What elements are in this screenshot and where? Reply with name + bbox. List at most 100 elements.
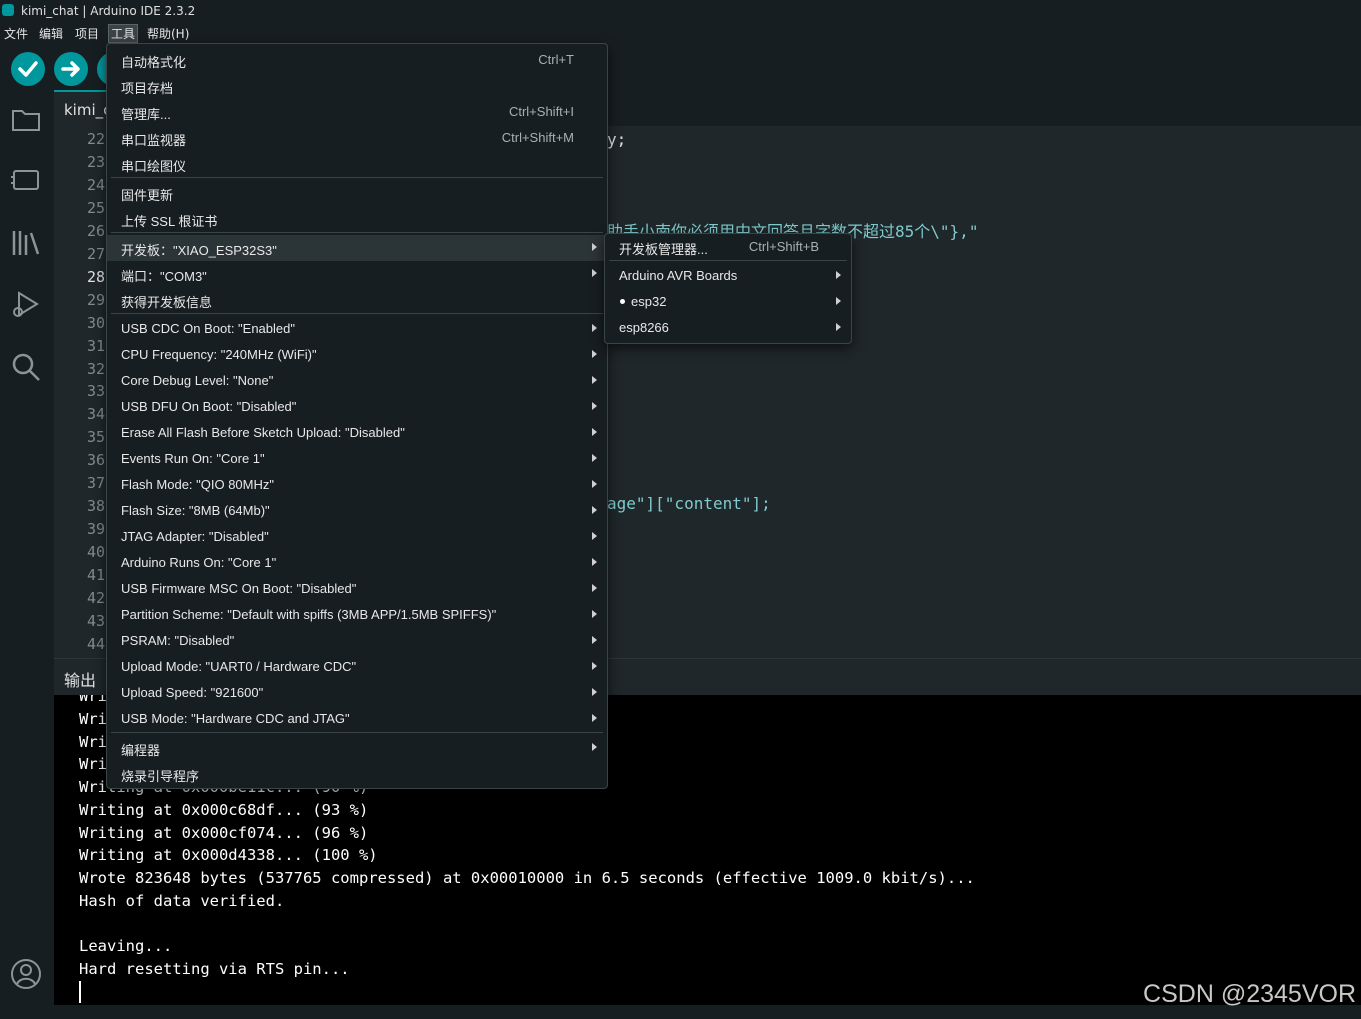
menu-item-label: USB Firmware MSC On Boot: "Disabled": [121, 581, 357, 596]
output-line: Hash of data verified.: [79, 892, 285, 910]
tools-menu-item[interactable]: CPU Frequency: "240MHz (WiFi)": [107, 342, 607, 368]
text-cursor: [79, 981, 81, 1003]
tools-menu-item[interactable]: 烧录引导程序: [107, 761, 607, 787]
menu-edit[interactable]: 编辑: [37, 25, 65, 42]
output-line: Writing at 0x000d4338... (100 %): [79, 846, 378, 864]
line-number: 26: [87, 221, 106, 240]
library-manager-icon[interactable]: [9, 225, 43, 259]
editor-tab[interactable]: kimi_c: [54, 90, 114, 126]
chevron-right-icon: [592, 714, 597, 722]
tools-menu-item[interactable]: 获得开发板信息: [107, 287, 607, 313]
tools-menu-item[interactable]: Partition Scheme: "Default with spiffs (…: [107, 602, 607, 628]
board-submenu: 开发板管理器... Ctrl+Shift+B Arduino AVR Boards e…: [604, 233, 852, 344]
menu-item-label: 管理库...: [121, 107, 171, 122]
menu-item-label: Erase All Flash Before Sketch Upload: "D…: [121, 425, 405, 440]
menu-separator: [111, 232, 603, 233]
tools-menu-item[interactable]: USB Mode: "Hardware CDC and JTAG": [107, 706, 607, 732]
chevron-right-icon: [592, 532, 597, 540]
chevron-right-icon: [592, 350, 597, 358]
chevron-right-icon: [836, 323, 841, 331]
tools-menu-item[interactable]: 自动格式化 Ctrl+T: [107, 47, 607, 73]
chevron-right-icon: [592, 584, 597, 592]
menu-item-label: esp8266: [619, 320, 669, 335]
line-number: 42: [87, 589, 106, 607]
folder-icon[interactable]: [9, 102, 43, 136]
menu-item-shortcut: Ctrl+Shift+I: [508, 104, 574, 119]
board-submenu-item[interactable]: 开发板管理器... Ctrl+Shift+B: [605, 234, 851, 260]
output-line: Leaving...: [79, 937, 173, 955]
menu-file[interactable]: 文件: [2, 25, 30, 42]
tools-menu-item[interactable]: Core Debug Level: "None": [107, 368, 607, 394]
tools-menu-item[interactable]: PSRAM: "Disabled": [107, 628, 607, 654]
tools-menu-item[interactable]: Upload Speed: "921600": [107, 680, 607, 706]
menu-item-label: Flash Mode: "QIO 80MHz": [121, 477, 274, 492]
tools-menu-item[interactable]: 上传 SSL 根证书: [107, 206, 607, 232]
tools-menu-item[interactable]: USB Firmware MSC On Boot: "Disabled": [107, 576, 607, 602]
board-submenu-item[interactable]: esp8266: [605, 315, 851, 341]
tools-menu-item[interactable]: 端口："COM3": [107, 261, 607, 287]
menu-item-label: USB CDC On Boot: "Enabled": [121, 321, 295, 336]
menu-item-label: JTAG Adapter: "Disabled": [121, 529, 269, 544]
tools-menu-item[interactable]: 管理库... Ctrl+Shift+I: [107, 99, 607, 125]
chevron-right-icon: [836, 297, 841, 305]
board-submenu-item[interactable]: Arduino AVR Boards: [605, 263, 851, 289]
tools-menu-item[interactable]: 固件更新: [107, 180, 607, 206]
code-line-38-text: age"]["content"];: [607, 494, 771, 513]
chevron-right-icon: [592, 243, 597, 251]
tools-menu-item[interactable]: Events Run On: "Core 1": [107, 446, 607, 472]
menu-item-label: 端口："COM3": [121, 269, 207, 284]
tools-menu-item[interactable]: 开发板："XIAO_ESP32S3": [107, 235, 607, 261]
upload-button[interactable]: [54, 52, 88, 86]
chevron-right-icon: [836, 271, 841, 279]
tools-menu-item[interactable]: 项目存档: [107, 73, 607, 99]
account-icon[interactable]: [9, 957, 43, 991]
menu-item-label: PSRAM: "Disabled": [121, 633, 235, 648]
menu-separator: [609, 260, 847, 261]
menu-item-label: Partition Scheme: "Default with spiffs (…: [121, 607, 497, 622]
tools-menu-item[interactable]: USB DFU On Boot: "Disabled": [107, 394, 607, 420]
board-manager-icon[interactable]: [9, 163, 43, 197]
line-number: 24: [87, 175, 106, 194]
board-submenu-item[interactable]: esp32: [605, 289, 851, 315]
tools-menu-item[interactable]: Upload Mode: "UART0 / Hardware CDC": [107, 654, 607, 680]
tools-menu-item[interactable]: USB CDC On Boot: "Enabled": [107, 316, 607, 342]
tools-menu-item[interactable]: Flash Mode: "QIO 80MHz": [107, 472, 607, 498]
chevron-right-icon: [592, 662, 597, 670]
selected-dot-icon: [620, 299, 625, 304]
menu-item-label: 获得开发板信息: [121, 295, 213, 310]
verify-button[interactable]: [11, 52, 45, 86]
tools-menu-item[interactable]: JTAG Adapter: "Disabled": [107, 524, 607, 550]
window-title: kimi_chat | Arduino IDE 2.3.2: [21, 4, 196, 18]
menu-item-label: Arduino Runs On: "Core 1": [121, 555, 277, 570]
menu-item-label: Flash Size: "8MB (64Mb)": [121, 503, 270, 518]
debug-icon[interactable]: [9, 287, 43, 321]
line-number: 23: [87, 152, 106, 171]
menu-item-label: Arduino AVR Boards: [619, 268, 738, 283]
chevron-right-icon: [592, 428, 597, 436]
line-number: 22: [87, 130, 106, 148]
line-number: 37: [87, 474, 106, 493]
menu-bar: 文件 编辑 项目 工具 帮助(H): [0, 23, 1361, 43]
menu-separator: [111, 732, 603, 733]
tools-menu-item[interactable]: Erase All Flash Before Sketch Upload: "D…: [107, 420, 607, 446]
chevron-right-icon: [592, 558, 597, 566]
chevron-right-icon: [592, 743, 597, 751]
menu-sketch[interactable]: 项目: [73, 25, 101, 42]
chevron-right-icon: [592, 480, 597, 488]
arrow-right-icon: [61, 61, 80, 77]
output-label: 输出: [64, 671, 97, 690]
line-number: 32: [87, 359, 106, 378]
tools-menu-item[interactable]: 编程器: [107, 735, 607, 761]
menu-item-label: USB Mode: "Hardware CDC and JTAG": [121, 711, 350, 726]
search-icon[interactable]: [9, 350, 43, 384]
tools-menu-item[interactable]: 串口绘图仪: [107, 151, 607, 177]
menu-tools[interactable]: 工具: [107, 24, 139, 43]
output-line: Writing at 0x000c68df... (93 %): [79, 801, 369, 819]
chevron-right-icon: [592, 454, 597, 462]
tools-menu-item[interactable]: Flash Size: "8MB (64Mb)": [107, 498, 607, 524]
tools-menu-item[interactable]: Arduino Runs On: "Core 1": [107, 550, 607, 576]
output-line: Wri: [79, 733, 107, 751]
tools-menu-item[interactable]: 串口监视器 Ctrl+Shift+M: [107, 125, 607, 151]
output-line: Hard resetting via RTS pin...: [79, 960, 350, 978]
menu-help[interactable]: 帮助(H): [145, 25, 191, 42]
